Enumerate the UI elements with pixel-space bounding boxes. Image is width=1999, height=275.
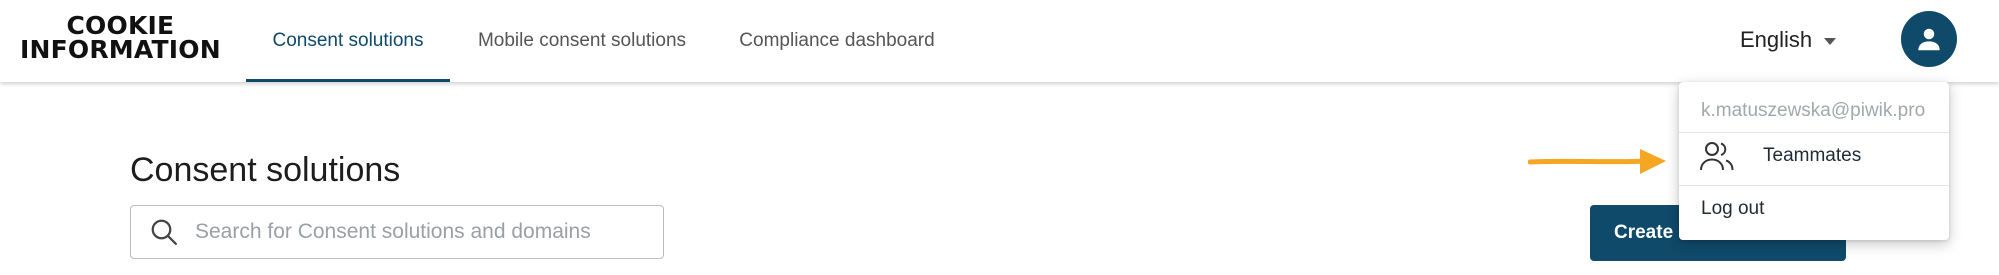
menu-item-teammates[interactable]: Teammates	[1679, 133, 1949, 179]
search-icon	[151, 219, 177, 245]
language-label: English	[1740, 27, 1813, 52]
tab-consent-solutions-label: Consent solutions	[272, 30, 424, 51]
tab-mobile-consent-solutions-label: Mobile consent solutions	[477, 30, 687, 51]
user-avatar-button[interactable]	[1901, 11, 1957, 67]
tab-compliance-dashboard[interactable]: Compliance dashboard	[734, 0, 940, 82]
account-dropdown-menu: k.matuszewska@piwik.pro Teammates Log ou…	[1679, 82, 1949, 240]
arrow-right-icon	[1528, 149, 1666, 174]
cookie-information-logo[interactable]: COOKIE INFORMATION	[20, 13, 221, 64]
caret-down-icon	[1824, 37, 1837, 45]
search-box[interactable]	[130, 205, 664, 259]
logo-line-2: INFORMATION	[20, 35, 221, 64]
people-icon	[1700, 142, 1734, 171]
tab-consent-solutions[interactable]: Consent solutions	[246, 0, 450, 82]
create-button-label: Create	[1614, 222, 1674, 243]
top-navigation-bar: COOKIE INFORMATION Consent solutions Mob…	[0, 0, 1999, 82]
tab-compliance-dashboard-label: Compliance dashboard	[739, 30, 935, 51]
search-input[interactable]	[193, 219, 637, 245]
menu-item-log-out[interactable]: Log out	[1679, 186, 1949, 232]
person-icon	[1918, 28, 1940, 51]
user-email: k.matuszewska@piwik.pro	[1701, 100, 1926, 121]
page-title: Consent solutions	[130, 150, 401, 189]
teammates-label: Teammates	[1763, 145, 1862, 166]
language-selector[interactable]: English	[1740, 22, 1837, 58]
log-out-label: Log out	[1701, 198, 1765, 219]
tab-mobile-consent-solutions[interactable]: Mobile consent solutions	[470, 0, 694, 82]
